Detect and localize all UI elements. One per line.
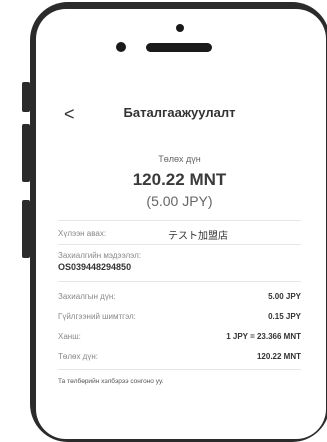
detail-label: Төлөх дүн: [58,352,98,361]
detail-value: 120.22 MNT [256,352,301,361]
content-area: Төлөх дүн 120.22 MNT (5.00 JPY) Хүлээн а… [48,146,311,414]
divider [58,244,301,245]
amount-label: Төлөх дүн [158,154,201,164]
front-camera [176,24,184,32]
detail-label: Гүйлгээний шимтгэл: [58,312,136,321]
order-info-label: Захиалгийн мэдээлэл: [58,251,141,260]
navigation-bar: < Баталгаажуулалт [48,86,311,147]
proximity-sensor [116,42,126,52]
amount-mnt: 120.22 MNT [132,170,227,189]
merchant-name: テスト加盟店 [168,231,228,242]
detail-label: Ханш: [58,332,81,341]
phone-side-button [22,82,30,112]
payment-summary-card: Төлөх дүн 120.22 MNT (5.00 JPY) Хүлээн а… [48,146,311,414]
detail-value: 5.00 JPY [268,292,301,301]
divider [58,281,301,282]
amount-jpy: (5.00 JPY) [146,193,213,209]
phone-side-button [22,200,30,258]
phone-side-button [22,124,30,182]
page-title: Баталгаажуулалт [123,105,236,120]
divider [58,369,301,370]
app-screen: < Баталгаажуулалт Төлөх дүн 120.22 MNT (… [48,86,311,414]
detail-label: Захиалгын дүн: [58,292,116,301]
detail-value: 0.15 JPY [268,312,301,321]
divider [58,220,301,221]
earpiece-speaker [146,43,212,52]
merchant-label: Хүлээн авах: [58,229,107,238]
order-number: OS039448294850 [58,262,132,272]
detail-value: 1 JPY = 23.366 MNT [226,332,301,341]
payment-method-prompt: Та төлбөрийн хэлбэрээ сонгоно уу. [58,378,164,385]
